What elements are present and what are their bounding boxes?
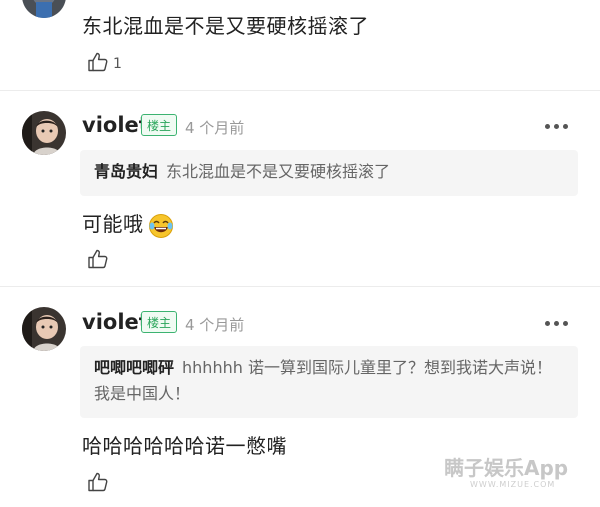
laughing-tears-emoji-icon — [148, 213, 173, 238]
reply-text: 可能哦 — [82, 212, 144, 236]
comment-text: 可能哦 — [82, 208, 174, 239]
divider — [0, 286, 600, 287]
like-button[interactable]: 1 — [86, 50, 122, 74]
username[interactable]: violet — [82, 310, 149, 334]
comment-text: 东北混血是不是又要硬核摇滚了 — [82, 14, 369, 38]
avatar[interactable] — [22, 307, 66, 351]
more-dots-icon[interactable] — [545, 321, 568, 326]
watermark: 瞒子娱乐App — [444, 456, 569, 480]
timestamp: 4 个月前 — [185, 119, 245, 137]
reply-text: 哈哈哈哈哈哈诺一憋嘴 — [82, 434, 287, 458]
more-dots-icon[interactable] — [545, 124, 568, 129]
like-button[interactable] — [86, 470, 110, 494]
timestamp: 4 个月前 — [185, 316, 245, 334]
quoted-comment: 吧唧吧唧砰 hhhhhh 诺一算到国际儿童里了？想到我诺大声说！我是中国人！ — [80, 346, 578, 418]
thumbs-up-icon — [88, 472, 108, 492]
thumbs-up-icon — [88, 52, 108, 72]
owner-badge: 楼主 — [141, 311, 177, 333]
quoted-text: 东北混血是不是又要硬核摇滚了 — [166, 162, 391, 181]
quoted-username[interactable]: 吧唧吧唧砰 — [94, 358, 174, 377]
quoted-comment: 青岛贵妇 东北混血是不是又要硬核摇滚了 — [80, 150, 578, 196]
like-button[interactable] — [86, 247, 110, 271]
thumbs-up-icon — [88, 249, 108, 269]
like-count: 1 — [113, 56, 122, 72]
owner-badge: 楼主 — [141, 114, 177, 136]
username[interactable]: violet — [82, 113, 149, 137]
avatar-top[interactable] — [22, 0, 66, 18]
quoted-username[interactable]: 青岛贵妇 — [94, 162, 158, 181]
divider — [0, 90, 600, 91]
watermark-sub: WWW.MIZUE.COM — [470, 480, 556, 489]
avatar[interactable] — [22, 111, 66, 155]
